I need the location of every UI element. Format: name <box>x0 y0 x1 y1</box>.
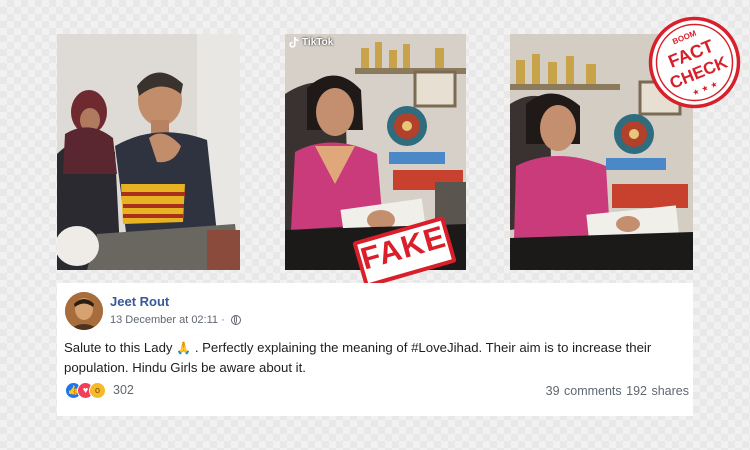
post-text-a: Salute to this Lady <box>64 340 173 355</box>
fact-check-seal: BOOM FACT CHECK ★ ★ ★ <box>648 16 741 109</box>
fact-check-badge: BOOM FACT CHECK ★ ★ ★ <box>648 16 741 109</box>
meta-separator: · <box>221 314 225 326</box>
tiktok-icon <box>289 37 299 48</box>
wow-icon: o <box>89 382 106 399</box>
engagement-counts: 39 comments 192 shares <box>546 384 689 398</box>
tiktok-label: TikTok <box>302 37 334 48</box>
pray-emoji: 🙏 <box>176 341 192 355</box>
man-scene-illustration <box>57 34 240 270</box>
avatar[interactable] <box>65 292 103 330</box>
video-still-man <box>57 34 240 270</box>
post-author[interactable]: Jeet Rout <box>110 294 169 309</box>
comments-count[interactable]: 39 comments <box>546 384 622 398</box>
post-date[interactable]: 13 December at 02:11 <box>110 314 218 326</box>
shares-count[interactable]: 192 shares <box>626 384 689 398</box>
reaction-count: 302 <box>113 383 134 397</box>
globe-icon <box>230 315 241 325</box>
avatar-portrait <box>65 292 103 330</box>
tiktok-watermark: TikTok <box>289 37 333 48</box>
post-text: Salute to this Lady 🙏 . Perfectly explai… <box>64 338 684 377</box>
facebook-post-card: Jeet Rout 13 December at 02:11 · Salute … <box>57 283 693 416</box>
post-meta: 13 December at 02:11 · <box>110 314 241 326</box>
